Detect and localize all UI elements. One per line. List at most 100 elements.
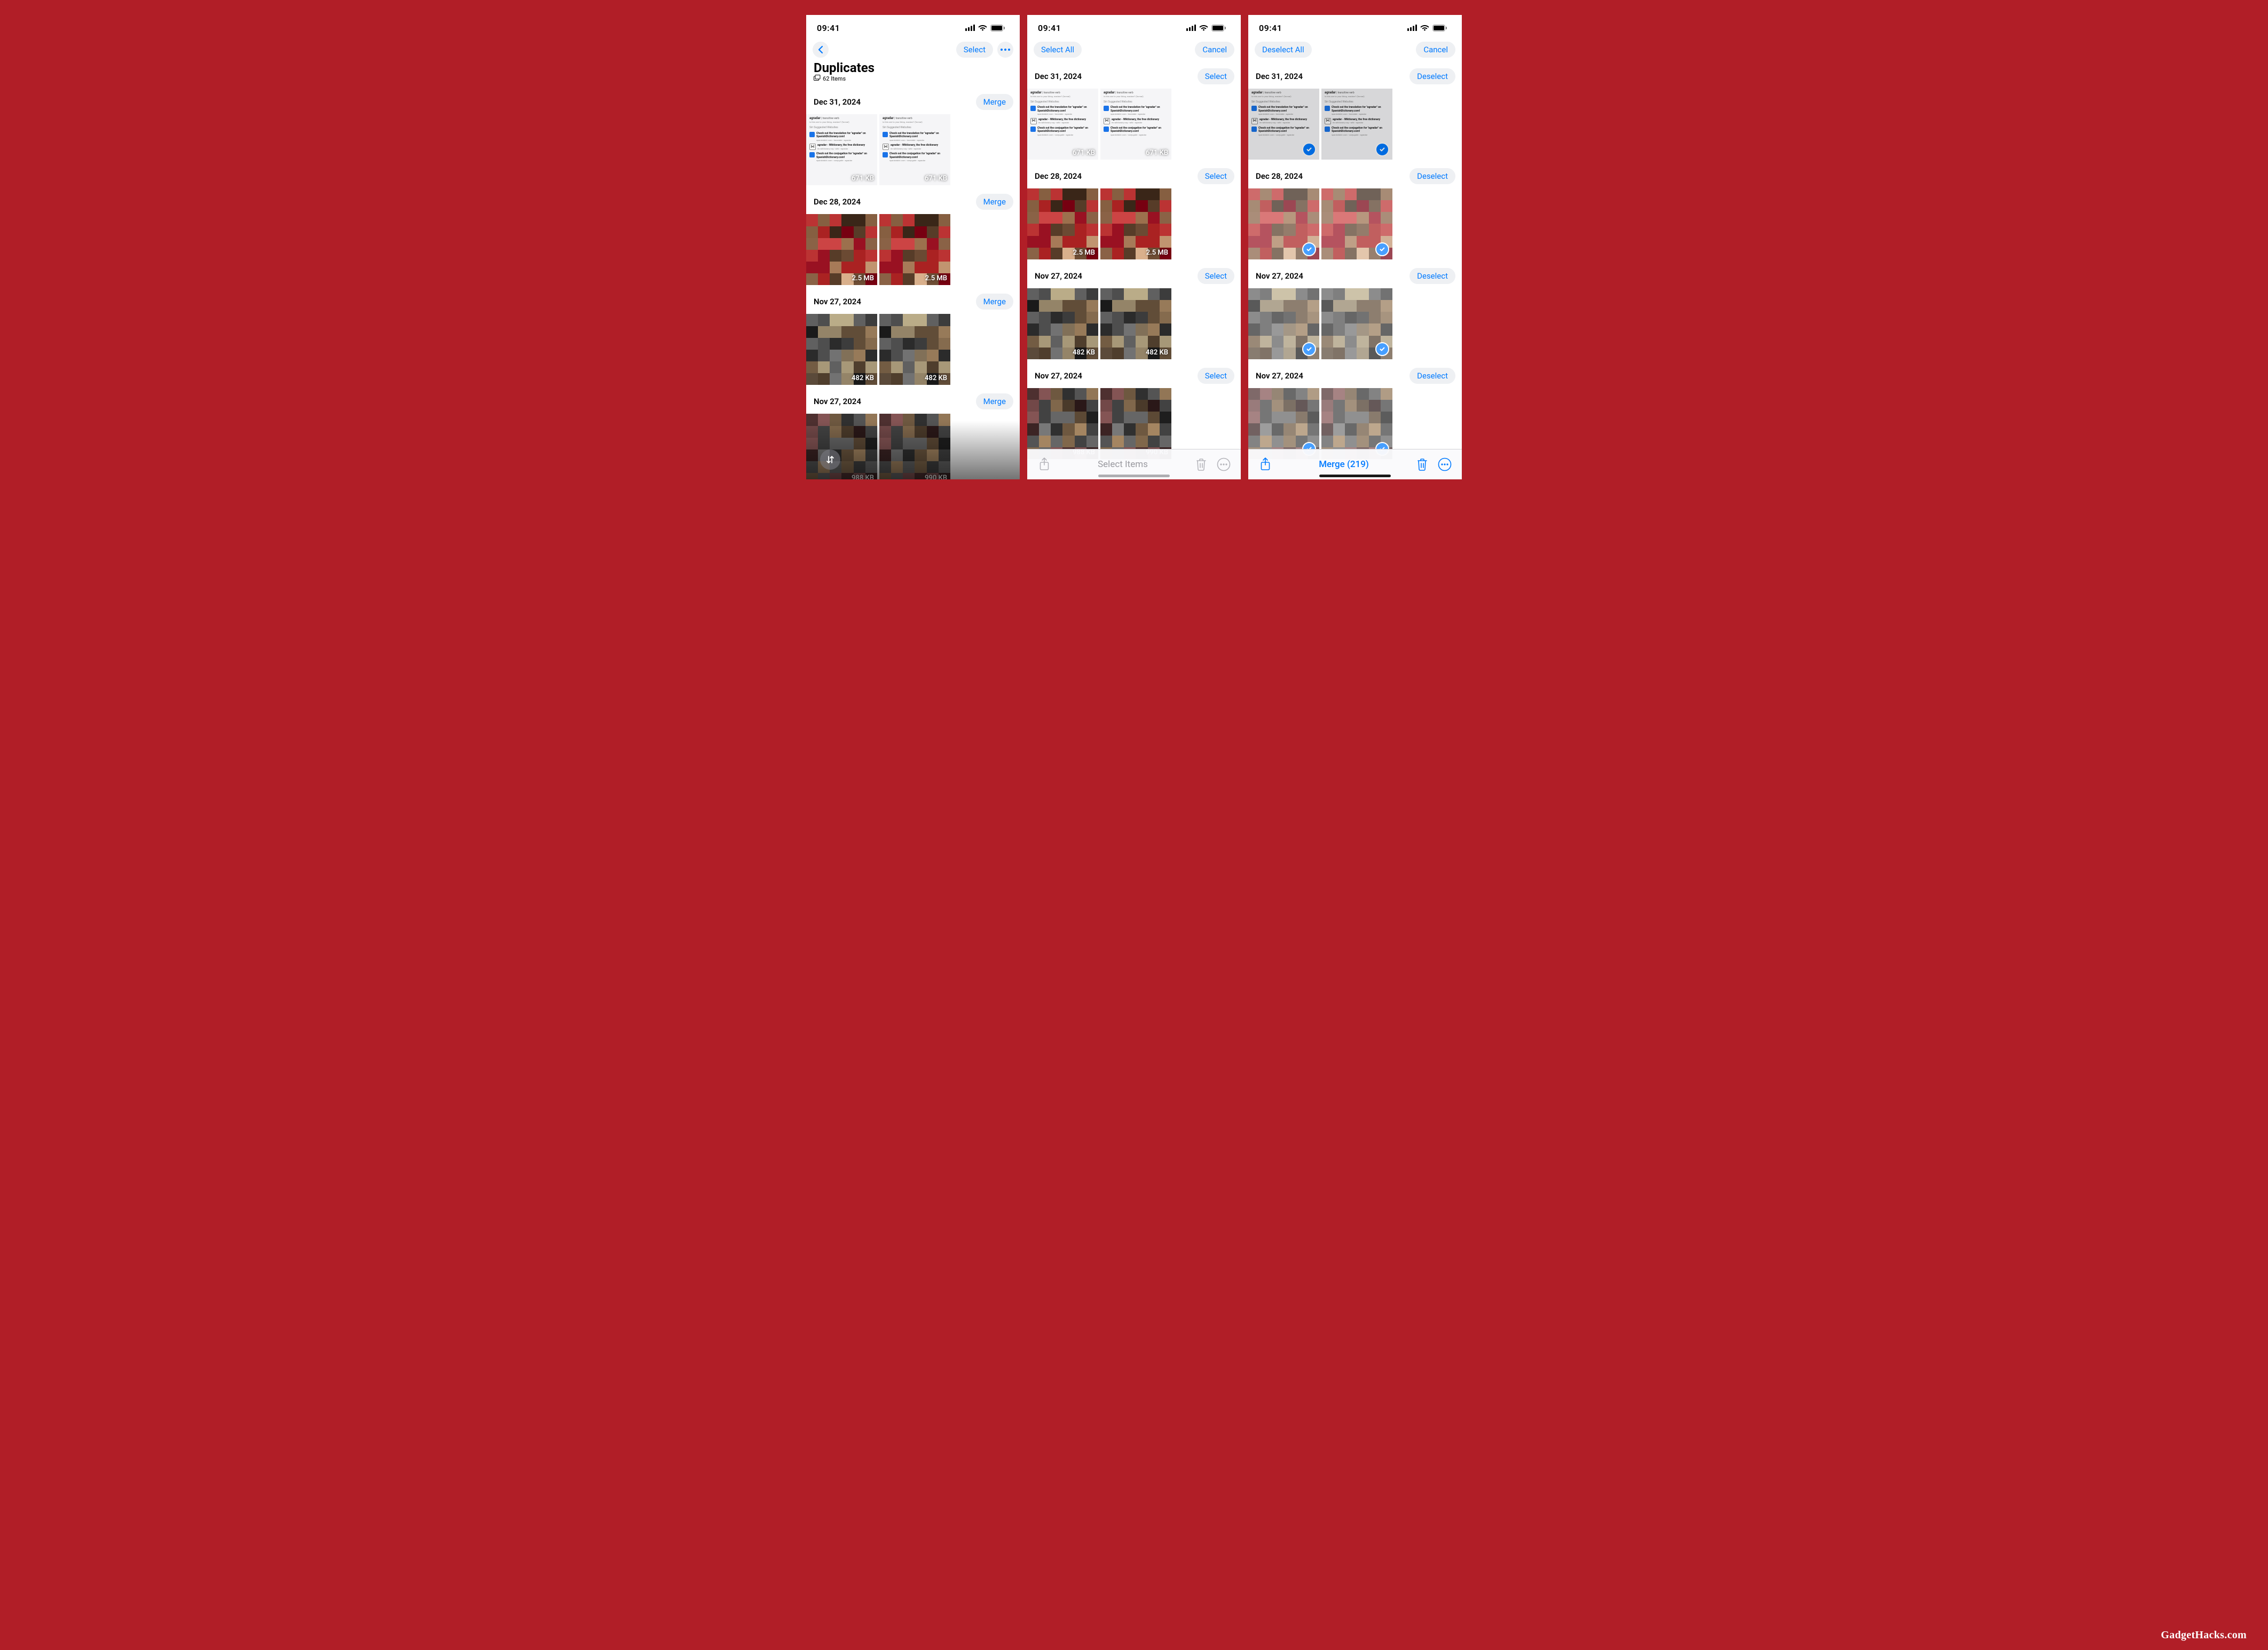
duplicate-group: Nov 27, 2024 Merge 482 KB 482 KB [806,285,1020,385]
duplicate-group: Dec 28, 2024 Select 2.5 MB 2.5 MB [1027,160,1241,259]
more-button[interactable] [997,42,1013,58]
group-action-button[interactable]: Merge [976,94,1013,110]
duplicate-group: Dec 31, 2024Mergeagradar | transitive ve… [806,85,1020,185]
thumbnail[interactable]: 2.5 MB [806,214,877,285]
wifi-icon [978,25,987,31]
thumbnail[interactable]: agradar | transitive verbIs this one to … [1321,89,1392,160]
selected-check-icon [1302,143,1316,156]
thumbnail-size: 482 KB [1146,349,1168,357]
group-date: Nov 27, 2024 [1256,371,1303,381]
selected-check-icon [1375,143,1389,156]
group-date: Dec 28, 2024 [1256,171,1303,181]
thumbnail[interactable]: 988 KB [806,414,877,479]
trash-button[interactable] [1415,457,1430,472]
duplicate-group: Dec 28, 2024 Merge 2.5 MB 2.5 MB [806,185,1020,285]
thumbnail-size: 482 KB [852,374,874,382]
share-button[interactable] [1258,457,1273,472]
thumbnail[interactable]: 2.5 MB [879,214,950,285]
thumbnail-size: 2.5 MB [1146,249,1168,257]
group-action-button[interactable]: Merge [976,393,1013,409]
status-bar: 09:41 [1248,15,1462,41]
duplicate-group: Dec 28, 2024 Deselect [1248,160,1462,259]
thumbnail-size: 482 KB [925,374,947,382]
page-header: Duplicates62 Items [806,60,1020,85]
group-date: Dec 28, 2024 [814,197,861,207]
phone-screen-browse: 09:41Select Duplicates62 ItemsDec 31, 202… [806,15,1020,479]
thumbnail[interactable]: agradar | transitive verbIs this one to … [1248,89,1319,160]
group-date: Nov 27, 2024 [1035,371,1082,381]
thumbnail-size: 482 KB [1073,349,1095,357]
status-bar: 09:41 [806,15,1020,41]
nav-bar: Select All Cancel [1027,41,1241,60]
scroll-area[interactable]: Dec 31, 2024Mergeagradar | transitive ve… [806,85,1020,479]
thumbnail-size: 988 KB [852,474,874,479]
bottom-center-label[interactable]: Merge (219) [1273,459,1415,470]
thumbnail[interactable]: agradar | transitive verbIs this one to … [879,114,950,185]
thumbnail[interactable]: 482 KB [1100,288,1171,359]
selected-check-icon [1302,342,1316,356]
share-button [1037,457,1052,472]
home-indicator [1319,475,1391,477]
thumbnail[interactable] [1321,288,1392,359]
duplicate-group: Nov 27, 2024Select482 KB482 KB [1027,259,1241,359]
nav-right-pill[interactable]: Cancel [1195,42,1234,58]
group-action-button[interactable]: Select [1198,268,1234,284]
battery-icon [1432,25,1447,31]
thumbnail[interactable] [1248,288,1319,359]
status-time: 09:41 [1259,23,1282,33]
group-action-button[interactable]: Merge [976,194,1013,210]
selected-check-icon [1375,342,1389,356]
group-date: Dec 31, 2024 [1035,72,1082,81]
status-bar: 09:41 [1027,15,1241,41]
thumbnail[interactable] [1321,188,1392,259]
group-action-button[interactable]: Select [1198,68,1234,84]
scroll-area[interactable]: Dec 31, 2024 Select agradar | transitive v… [1027,60,1241,479]
duplicate-group: Nov 27, 2024 Deselect [1248,259,1462,359]
thumbnail[interactable]: 482 KB [1027,288,1098,359]
group-date: Nov 27, 2024 [1256,271,1303,281]
thumbnail-size: 2.5 MB [852,274,874,282]
thumbnail[interactable]: agradar | transitive verbIs this one to … [1027,89,1098,160]
group-date: Nov 27, 2024 [814,297,861,306]
thumbnail-size: 990 KB [925,474,947,479]
status-time: 09:41 [1038,23,1061,33]
thumbnail[interactable]: 2.5 MB [1100,188,1171,259]
group-action-button[interactable]: Select [1198,368,1234,384]
group-date: Nov 27, 2024 [814,397,861,406]
thumbnail[interactable]: 482 KB [806,314,877,385]
thumbnail[interactable]: 990 KB [879,414,950,479]
cellular-icon [965,25,975,31]
thumbnail-size: 671 KB [852,175,874,183]
group-date: Dec 28, 2024 [1035,171,1082,181]
group-action-button[interactable]: Deselect [1409,68,1455,84]
group-action-button[interactable]: Deselect [1409,168,1455,184]
nav-left-pill[interactable]: Deselect All [1255,42,1312,58]
nav-right-pill[interactable]: Cancel [1416,42,1455,58]
wifi-icon [1199,25,1208,31]
thumbnail-size: 2.5 MB [925,274,947,282]
thumbnail[interactable]: 2.5 MB [1027,188,1098,259]
thumbnail[interactable]: agradar | transitive verbIs this one to … [1100,89,1171,160]
nav-right-pill[interactable]: Select [956,42,993,58]
scroll-area[interactable]: Dec 31, 2024Deselectagradar | transitive… [1248,60,1462,479]
trash-button [1194,457,1209,472]
nav-left-pill[interactable]: Select All [1034,42,1082,58]
more-circle-button[interactable] [1437,457,1452,472]
selected-check-icon [1302,242,1316,256]
thumbnail[interactable] [1248,188,1319,259]
thumbnail[interactable]: 482 KB [879,314,950,385]
group-action-button[interactable]: Select [1198,168,1234,184]
watermark: GadgetHacks.com [2161,1629,2247,1641]
group-action-button[interactable]: Merge [976,294,1013,310]
group-action-button[interactable]: Deselect [1409,268,1455,284]
nav-bar: Deselect All Cancel [1248,41,1462,60]
selected-check-icon [1375,242,1389,256]
phone-screen-selected: 09:41 Deselect All Cancel Dec 31, 2024Desel… [1248,15,1462,479]
wifi-icon [1420,25,1429,31]
thumbnail[interactable]: agradar | transitive verbIs this one to … [806,114,877,185]
duplicate-group: Dec 31, 2024 Select agradar | transitive v… [1027,60,1241,160]
back-button[interactable] [813,42,829,58]
duplicate-group: Nov 27, 2024 Deselect [1248,359,1462,459]
group-action-button[interactable]: Deselect [1409,368,1455,384]
sort-button[interactable] [820,449,840,470]
